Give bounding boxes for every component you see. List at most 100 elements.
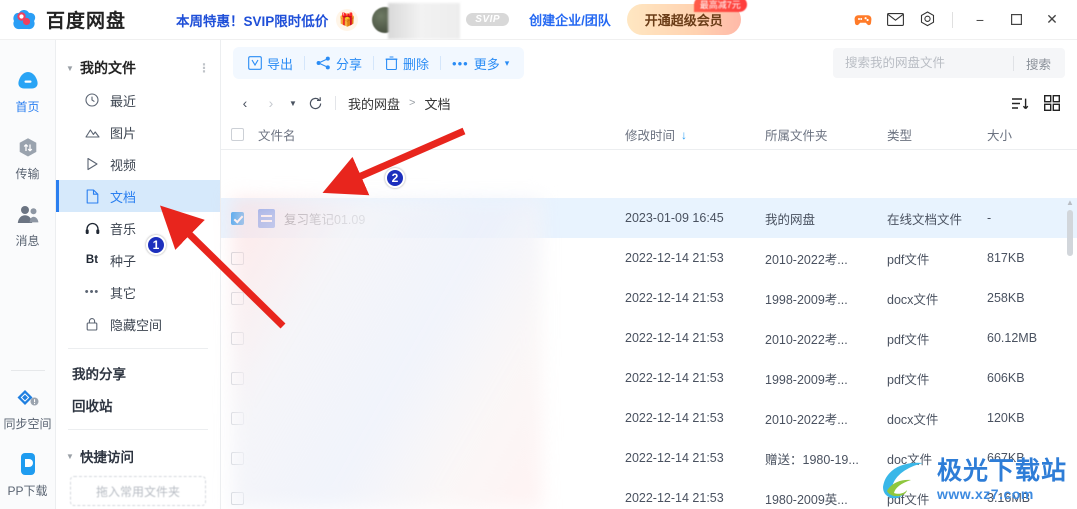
row-checkbox[interactable]	[231, 491, 244, 505]
app-download-icon	[15, 452, 41, 478]
sort-list-icon[interactable]	[1007, 91, 1033, 115]
table-row[interactable]: 2022-12-14 21:53 1980-2009英... pdf文件 3.1…	[221, 478, 1077, 509]
tree-item-others[interactable]: ••• 其它	[56, 276, 220, 308]
tree-item-torrent[interactable]: Bt 种子	[56, 244, 220, 276]
header-type[interactable]: 类型	[887, 125, 987, 144]
rail-item-transfer[interactable]: 传输	[0, 125, 56, 192]
tree-label-images: 图片	[110, 125, 137, 141]
video-icon	[84, 157, 100, 171]
rail-item-app-download[interactable]: PP下载	[0, 442, 56, 509]
row-modified-time: 2022-12-14 21:53	[625, 251, 724, 265]
row-modified-time: 2022-12-14 21:53	[625, 411, 724, 425]
row-size: 606KB	[987, 371, 1025, 385]
delete-button[interactable]: 删除	[374, 50, 440, 76]
share-button[interactable]: 分享	[305, 50, 373, 76]
select-all-checkbox[interactable]	[231, 128, 244, 141]
row-modified-time: 2023-01-09 16:45	[625, 211, 724, 225]
scrollbar-thumb[interactable]	[1067, 210, 1073, 256]
tree-header-label: 我的文件	[80, 60, 136, 76]
breadcrumb-item-current[interactable]: 文档	[424, 94, 450, 113]
quick-access-dropzone[interactable]: 拖入常用文件夹	[70, 476, 206, 506]
row-modified-time: 2022-12-14 21:53	[625, 491, 724, 505]
vertical-scrollbar[interactable]: ▲	[1065, 198, 1075, 509]
maximize-button[interactable]	[999, 5, 1033, 35]
breadcrumb-item-root[interactable]: 我的网盘	[348, 94, 400, 113]
row-modified-time: 2022-12-14 21:53	[625, 291, 724, 305]
scroll-up-arrow-icon[interactable]: ▲	[1065, 198, 1075, 208]
tree-item-videos[interactable]: 视频	[56, 148, 220, 180]
trash-icon	[385, 56, 398, 70]
grid-view-icon[interactable]	[1039, 91, 1065, 115]
tree-section-quick-access[interactable]: ▼ 快捷访问	[56, 438, 220, 472]
close-button[interactable]: ✕	[1035, 5, 1069, 35]
tree-item-recent[interactable]: 最近	[56, 84, 220, 116]
table-row[interactable]: 复习笔记01.09 2023-01-09 16:45 我的网盘 在线文档文件 -	[221, 198, 1077, 238]
search-box[interactable]: 搜索	[833, 48, 1065, 78]
svip-badge: SVIP	[466, 13, 510, 26]
tree-item-documents[interactable]: 文档	[56, 180, 220, 212]
settings-icon[interactable]	[912, 5, 942, 35]
tree-item-music[interactable]: 音乐	[56, 212, 220, 244]
transfer-icon	[15, 135, 41, 161]
row-type: docx文件	[887, 412, 939, 427]
sync-space-icon	[15, 385, 41, 411]
rail-item-home[interactable]: 首页	[0, 58, 56, 125]
history-dropdown-button[interactable]: ▼	[285, 91, 301, 115]
tree-item-recycle-bin[interactable]: 回收站	[56, 389, 220, 421]
title-bar: 百度网盘 本周特惠！SVIP限时低价 🎁 SVIP 创建企业/团队 开通超级会员…	[0, 0, 1077, 40]
table-row[interactable]: 2022-12-14 21:53 赠送：1980-19... doc文件 667…	[221, 438, 1077, 478]
table-header: 文件名 修改时间 ↓ 所属文件夹 类型 大小	[221, 120, 1077, 150]
back-button[interactable]: ‹	[233, 91, 257, 115]
rail-item-sync-space[interactable]: 同步空间	[0, 375, 56, 442]
forward-button[interactable]: ›	[259, 91, 283, 115]
search-input[interactable]	[845, 56, 1013, 70]
main-content: 导出 分享 删除 ••• 更多 ▾ 搜索我的网盘文件 搜索 ‹ › ▼ 我的网盘…	[221, 40, 1077, 509]
search-button[interactable]: 搜索	[1014, 54, 1063, 73]
table-row[interactable]: 2022-12-14 21:53 2010-2022考... docx文件 12…	[221, 398, 1077, 438]
header-modified-time[interactable]: 修改时间 ↓	[625, 125, 765, 144]
row-checkbox[interactable]	[231, 451, 244, 465]
table-row[interactable]: 2022-12-14 21:53 1998-2009考... pdf文件 606…	[221, 358, 1077, 398]
header-size[interactable]: 大小	[987, 125, 1077, 144]
row-parent-folder: 2010-2022考...	[765, 412, 848, 427]
create-team-link[interactable]: 创建企业/团队	[529, 10, 611, 29]
row-size: 817KB	[987, 251, 1025, 265]
tree-item-hidden-space[interactable]: 隐藏空间	[56, 308, 220, 340]
user-profile[interactable]: SVIP	[372, 2, 510, 39]
tree-label-hidden-space: 隐藏空间	[110, 317, 163, 333]
export-icon	[248, 56, 262, 70]
action-toolbar: 导出 分享 删除 ••• 更多 ▾ 搜索我的网盘文件 搜索	[221, 40, 1077, 86]
row-checkbox[interactable]	[231, 211, 244, 225]
mail-icon[interactable]	[880, 5, 910, 35]
export-button[interactable]: 导出	[237, 50, 304, 76]
row-checkbox[interactable]	[231, 371, 244, 385]
row-size: -	[987, 211, 992, 225]
tree-item-images[interactable]: 图片	[56, 116, 220, 148]
promo-banner[interactable]: 本周特惠！SVIP限时低价 🎁	[176, 8, 359, 31]
message-people-icon	[15, 202, 41, 228]
table-row[interactable]: 2022-12-14 21:53 1998-2009考... docx文件 25…	[221, 278, 1077, 318]
table-row[interactable]: 2022-12-14 21:53 2010-2022考... pdf文件 817…	[221, 238, 1077, 278]
tree-header-menu-icon[interactable]: ⋮	[198, 62, 210, 74]
row-checkbox[interactable]	[231, 251, 244, 265]
header-filename[interactable]: 文件名	[244, 125, 625, 144]
minimize-button[interactable]: −	[963, 5, 997, 35]
rail-item-messages[interactable]: 消息	[0, 192, 56, 259]
table-row[interactable]: 2022-12-14 21:53 2010-2022考... pdf文件 60.…	[221, 318, 1077, 358]
titlebar-divider	[952, 11, 953, 28]
header-parent-folder[interactable]: 所属文件夹	[765, 125, 887, 144]
row-checkbox[interactable]	[231, 331, 244, 345]
row-checkbox[interactable]	[231, 411, 244, 425]
row-checkbox[interactable]	[231, 291, 244, 305]
rail-label-sync-space: 同步空间	[3, 417, 52, 431]
more-button[interactable]: ••• 更多 ▾	[441, 50, 520, 76]
game-controller-icon[interactable]	[848, 5, 878, 35]
refresh-button[interactable]	[303, 91, 327, 115]
action-pill: 导出 分享 删除 ••• 更多 ▾	[233, 47, 525, 79]
row-type: pdf文件	[887, 252, 930, 267]
export-label: 导出	[267, 56, 294, 72]
tree-header-my-files[interactable]: ▼ 我的文件 ⋮	[56, 52, 220, 84]
row-modified-time: 2022-12-14 21:53	[625, 371, 724, 385]
bt-icon: Bt	[85, 254, 99, 266]
tree-item-my-shares[interactable]: 我的分享	[56, 357, 220, 389]
